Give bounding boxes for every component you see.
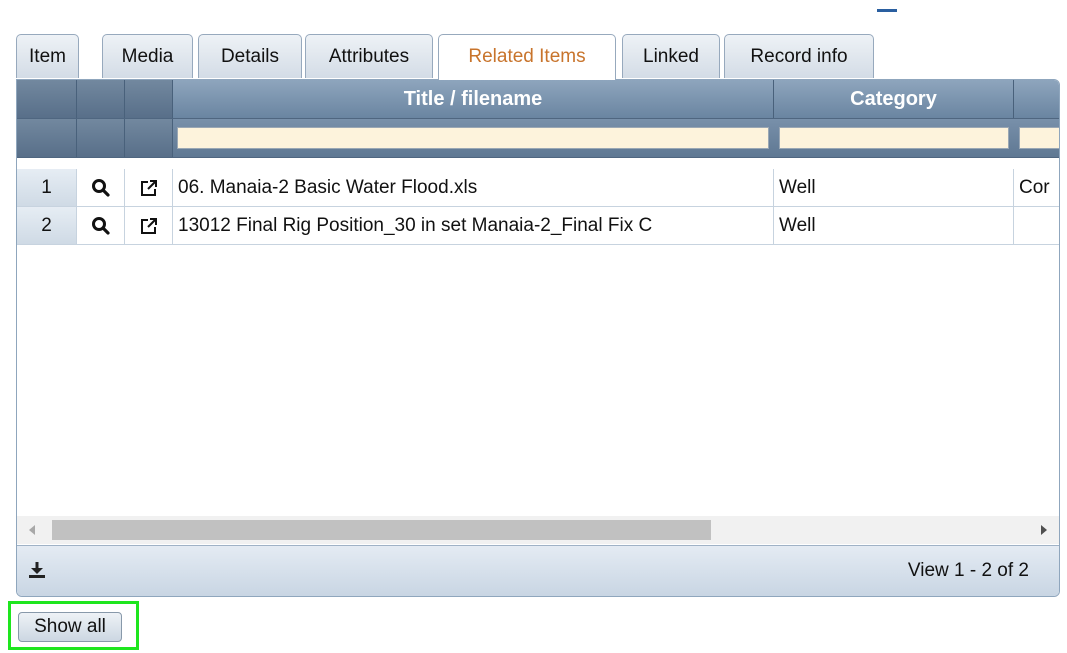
header-extra[interactable] xyxy=(1014,80,1059,118)
grid-pager: View 1 - 2 of 2 xyxy=(17,545,1059,596)
magnifier-icon[interactable] xyxy=(77,207,125,244)
horizontal-scrollbar[interactable] xyxy=(17,516,1059,544)
extra-cell: Cor xyxy=(1019,177,1050,198)
category-cell: Well xyxy=(774,169,1014,206)
grid-filter-row xyxy=(17,118,1059,158)
tab-related-items[interactable]: Related Items xyxy=(438,34,616,80)
show-all-button[interactable]: Show all xyxy=(18,612,122,642)
tab-details[interactable]: Details xyxy=(198,34,302,78)
header-open xyxy=(125,80,173,118)
scrollbar-thumb[interactable] xyxy=(52,520,711,540)
external-link-icon[interactable] xyxy=(125,207,173,244)
pager-view-text: View 1 - 2 of 2 xyxy=(907,560,1029,581)
tab-attributes[interactable]: Attributes xyxy=(305,34,433,78)
scroll-left-icon[interactable] xyxy=(29,525,35,535)
filter-open xyxy=(125,119,173,157)
row-number: 1 xyxy=(17,169,77,206)
tab-record-info[interactable]: Record info xyxy=(724,34,874,78)
extra-cell xyxy=(1014,207,1059,244)
header-view xyxy=(77,80,125,118)
external-link-icon[interactable] xyxy=(125,169,173,206)
category-cell: Well xyxy=(774,207,1014,244)
show-all-highlight: Show all xyxy=(8,601,139,650)
magnifier-icon[interactable] xyxy=(77,169,125,206)
filter-view xyxy=(77,119,125,157)
scroll-right-icon[interactable] xyxy=(1041,525,1047,535)
extra-filter-input[interactable] xyxy=(1019,127,1059,149)
top-accent-bar xyxy=(877,9,897,12)
title-filter-input[interactable] xyxy=(177,127,769,149)
related-items-grid: Title / filename Category 1 06. Manaia-2… xyxy=(16,79,1060,597)
category-filter-input[interactable] xyxy=(779,127,1009,149)
row-number: 2 xyxy=(17,207,77,244)
header-category[interactable]: Category xyxy=(774,80,1014,118)
tab-item[interactable]: Item xyxy=(16,34,79,78)
table-row[interactable]: 2 13012 Final Rig Position_30 in set Man… xyxy=(17,207,1059,245)
tab-linked[interactable]: Linked xyxy=(622,34,720,78)
filter-rownum xyxy=(17,119,77,157)
title-cell: 06. Manaia-2 Basic Water Flood.xls xyxy=(173,169,774,206)
header-rownum xyxy=(17,80,77,118)
grid-header-row: Title / filename Category xyxy=(17,80,1059,118)
header-title-filename[interactable]: Title / filename xyxy=(173,80,774,118)
title-cell: 13012 Final Rig Position_30 in set Manai… xyxy=(173,207,774,244)
download-icon[interactable] xyxy=(27,560,47,580)
tab-media[interactable]: Media xyxy=(102,34,193,78)
table-row[interactable]: 1 06. Manaia-2 Basic Water Flood.xls Wel… xyxy=(17,169,1059,207)
